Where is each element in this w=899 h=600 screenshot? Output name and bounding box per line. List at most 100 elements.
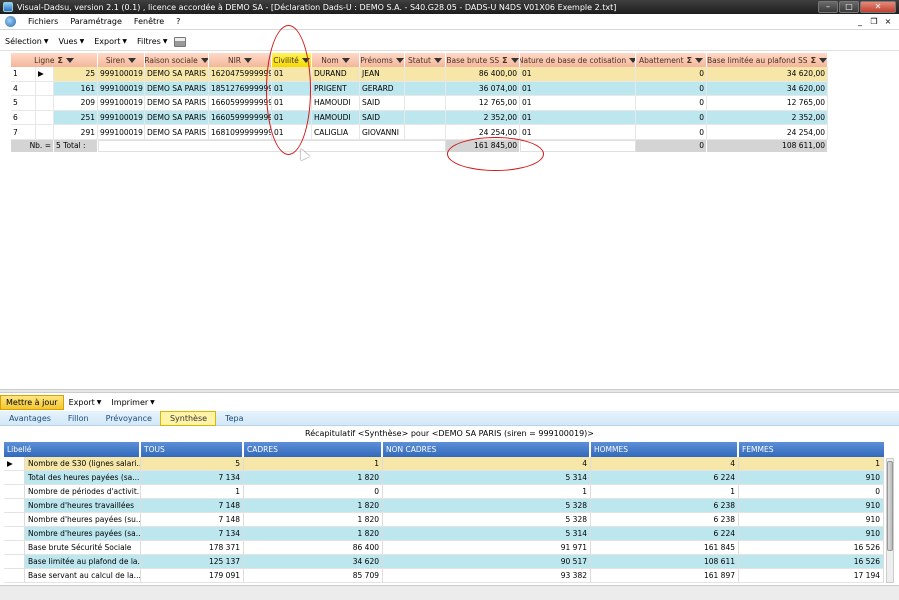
cell-tous[interactable]: 1 [141, 485, 244, 499]
cell-base-brute[interactable]: 24 254,00 [446, 125, 520, 140]
cell-siren[interactable]: 999100019 [98, 110, 145, 126]
cell-cadres[interactable]: 1 [244, 457, 383, 471]
cell-base-brute[interactable]: 2 352,00 [446, 110, 520, 126]
cell-nom[interactable]: HAMOUDI [312, 110, 360, 126]
table-row[interactable]: 7 291 999100019 DEMO SA PARIS 1681099999… [11, 125, 828, 140]
col-statut[interactable]: Statut [405, 53, 446, 67]
export-menu[interactable]: Export ▼ [89, 37, 132, 46]
cell-civilite[interactable]: 01 [272, 81, 312, 97]
cell-civilite[interactable]: 01 [272, 96, 312, 111]
cell-nature[interactable]: 01 [520, 110, 636, 126]
cell-libelle[interactable]: Nombre d'heures travaillées [25, 499, 141, 513]
cell-ligne[interactable]: 161 [54, 81, 98, 97]
cell-raison[interactable]: DEMO SA PARIS [145, 125, 209, 140]
col-civilite[interactable]: Civilité [272, 53, 312, 67]
cell-tous[interactable]: 5 [141, 457, 244, 471]
cell-hommes[interactable]: 6 224 [591, 527, 739, 541]
filter-icon[interactable] [341, 57, 350, 63]
maximize-button[interactable]: □ [839, 1, 859, 13]
cell-tous[interactable]: 178 371 [141, 541, 244, 555]
filtres-menu[interactable]: Filtres ▼ [132, 37, 172, 46]
cell-non-cadres[interactable]: 93 382 [383, 569, 591, 583]
tab-tepa[interactable]: Tepa [216, 411, 251, 426]
filter-icon[interactable] [819, 57, 827, 63]
cell-prenom[interactable]: GERARD [360, 81, 405, 97]
list-item[interactable]: Nombre de périodes d'activit... 1 0 1 1 … [4, 485, 884, 499]
col-nir[interactable]: NIR [209, 53, 272, 67]
refresh-button[interactable]: Mettre à jour [0, 395, 64, 410]
cell-prenom[interactable]: GIOVANNI [360, 125, 405, 140]
cell-tous[interactable]: 125 137 [141, 555, 244, 569]
cell-civilite[interactable]: 01 [272, 110, 312, 126]
cell-cadres[interactable]: 1 820 [244, 527, 383, 541]
cell-hommes[interactable]: 4 [591, 457, 739, 471]
filter-icon[interactable] [244, 57, 253, 63]
cell-civilite[interactable]: 01 [272, 67, 312, 82]
cell-femmes[interactable]: 17 194 [739, 569, 884, 583]
filter-icon[interactable] [395, 57, 404, 63]
list-item[interactable]: Nombre d'heures payées (sa... 7 134 1 82… [4, 527, 884, 541]
scrollbar-thumb[interactable] [887, 461, 893, 551]
export-button[interactable]: Export ▼ [64, 395, 107, 410]
list-item[interactable]: Total des heures payées (sa... 7 134 1 8… [4, 471, 884, 485]
cell-raison[interactable]: DEMO SA PARIS [145, 110, 209, 126]
cell-prenom[interactable]: SAID [360, 110, 405, 126]
cell-nature[interactable]: 01 [520, 125, 636, 140]
cell-prenom[interactable]: SAID [360, 96, 405, 111]
cell-statut[interactable] [405, 125, 446, 140]
cell-femmes[interactable]: 16 526 [739, 555, 884, 569]
cell-cadres[interactable]: 1 820 [244, 499, 383, 513]
col-base-plafond[interactable]: Base limitée au plafond SS Σ [707, 53, 828, 67]
filter-icon[interactable] [510, 57, 519, 63]
tab-avantages[interactable]: Avantages [0, 411, 59, 426]
tab-synthese[interactable]: Synthèse [159, 410, 217, 426]
filter-icon[interactable] [65, 57, 74, 63]
printer-icon[interactable] [174, 36, 187, 47]
tab-fillon[interactable]: Fillon [59, 411, 97, 426]
table-row[interactable]: 6 251 999100019 DEMO SA PARIS 1660599999… [11, 110, 828, 126]
col-base-brute[interactable]: Base brute SS Σ [446, 53, 520, 67]
col-tous[interactable]: TOUS [141, 442, 244, 457]
cell-hommes[interactable]: 108 611 [591, 555, 739, 569]
cell-plafond[interactable]: 12 765,00 [707, 96, 828, 111]
cell-non-cadres[interactable]: 5 314 [383, 471, 591, 485]
menu-fenetre[interactable]: Fenêtre [128, 17, 170, 26]
cell-cadres[interactable]: 86 400 [244, 541, 383, 555]
cell-cadres[interactable]: 0 [244, 485, 383, 499]
cell-plafond[interactable]: 2 352,00 [707, 110, 828, 126]
list-item[interactable]: Nombre d'heures payées (su... 7 148 1 82… [4, 513, 884, 527]
cell-siren[interactable]: 999100019 [98, 96, 145, 111]
cell-nir[interactable]: 1851276999999 [209, 81, 272, 97]
cell-non-cadres[interactable]: 5 328 [383, 513, 591, 527]
cell-ligne[interactable]: 291 [54, 125, 98, 140]
list-item[interactable]: Base limitée au plafond de la... 125 137… [4, 555, 884, 569]
cell-libelle[interactable]: Nombre d'heures payées (su... [25, 513, 141, 527]
table-row[interactable]: 5 209 999100019 DEMO SA PARIS 1660599999… [11, 96, 828, 111]
panel-splitter[interactable] [0, 389, 899, 393]
cell-plafond[interactable]: 34 620,00 [707, 81, 828, 97]
cell-tous[interactable]: 179 091 [141, 569, 244, 583]
mdi-restore-button[interactable]: ❐ [867, 17, 881, 26]
list-item[interactable]: Nombre d'heures travaillées 7 148 1 820 … [4, 499, 884, 513]
cell-femmes[interactable]: 16 526 [739, 541, 884, 555]
col-siren[interactable]: Siren [98, 53, 145, 67]
cell-cadres[interactable]: 34 620 [244, 555, 383, 569]
col-nom[interactable]: Nom [312, 53, 360, 67]
cell-base-brute[interactable]: 36 074,00 [446, 81, 520, 97]
cell-plafond[interactable]: 24 254,00 [707, 125, 828, 140]
cell-tous[interactable]: 7 134 [141, 471, 244, 485]
filter-icon[interactable] [301, 57, 310, 63]
cell-cadres[interactable]: 1 820 [244, 513, 383, 527]
cell-tous[interactable]: 7 148 [141, 513, 244, 527]
cell-tous[interactable]: 7 148 [141, 499, 244, 513]
cell-libelle[interactable]: Base limitée au plafond de la... [25, 555, 141, 569]
cell-femmes[interactable]: 910 [739, 513, 884, 527]
cell-abattement[interactable]: 0 [636, 67, 707, 82]
cell-non-cadres[interactable]: 1 [383, 485, 591, 499]
cell-raison[interactable]: DEMO SA PARIS [145, 67, 209, 82]
cell-hommes[interactable]: 6 238 [591, 513, 739, 527]
cell-non-cadres[interactable]: 4 [383, 457, 591, 471]
cell-prenom[interactable]: JEAN [360, 67, 405, 82]
cell-libelle[interactable]: Total des heures payées (sa... [25, 471, 141, 485]
selection-menu[interactable]: Sélection ▼ [0, 37, 54, 46]
